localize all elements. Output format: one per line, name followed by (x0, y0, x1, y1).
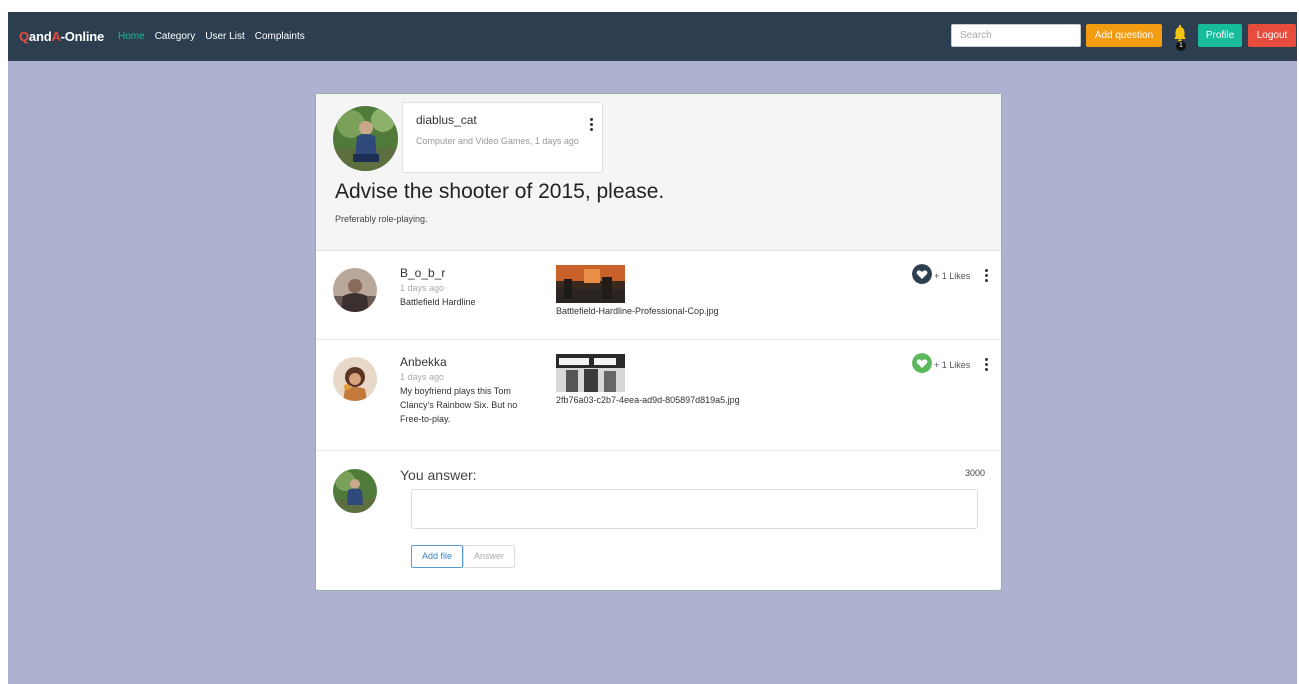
nav-links: Home Category User List Complaints (118, 31, 315, 42)
answer-image-thumbnail[interactable] (556, 265, 625, 303)
brand-q: Q (19, 29, 29, 44)
add-question-button[interactable]: Add question (1086, 24, 1162, 47)
answer-item: B_o_b_r 1 days ago Battlefield Hardline … (316, 251, 1001, 340)
page-frame: QandA-Online Home Category User List Compla… (8, 12, 1297, 684)
nav-home[interactable]: Home (118, 31, 145, 42)
question-more-icon[interactable] (590, 118, 594, 134)
notification-badge: 1 (1176, 41, 1186, 51)
nav-complaints[interactable]: Complaints (255, 31, 305, 42)
compose-label: You answer: (400, 467, 477, 483)
answer-more-icon[interactable] (985, 358, 989, 374)
brand-logo[interactable]: QandA-Online (19, 29, 104, 44)
answer-file-name[interactable]: 2fb76a03-c2b7-4eea-ad9d-805897d819a5.jpg (556, 395, 740, 405)
answer-time: 1 days ago (400, 372, 445, 382)
answer-more-icon[interactable] (985, 269, 989, 285)
brand-a: A (51, 29, 61, 44)
answer-image-thumbnail[interactable] (556, 354, 625, 392)
brand-online: -Online (60, 29, 105, 44)
question-author-box: diablus_cat Computer and Video Games, 1 … (402, 102, 603, 173)
likes-count: + 1 Likes (934, 271, 971, 281)
navbar: QandA-Online Home Category User List Compla… (8, 12, 1297, 61)
answer-text: My boyfriend plays this Tom Clancy's Rai… (400, 386, 518, 424)
question-author-avatar[interactable] (333, 106, 398, 171)
question-author-name[interactable]: diablus_cat (416, 113, 477, 127)
question-body: Preferably role-playing. (335, 214, 428, 224)
answer-author-name[interactable]: B_o_b_r (400, 266, 445, 280)
answer-textarea[interactable] (411, 489, 978, 529)
brand-and: and (28, 29, 52, 44)
logout-button[interactable]: Logout (1248, 24, 1296, 47)
question-title: Advise the shooter of 2015, please. (335, 180, 665, 203)
heart-icon[interactable] (912, 264, 932, 284)
character-counter: 3000 (965, 468, 986, 478)
answer-text: Battlefield Hardline (400, 297, 476, 307)
question-header: diablus_cat Computer and Video Games, 1 … (316, 94, 1001, 251)
answer-submit-button[interactable]: Answer (463, 545, 515, 568)
heart-icon[interactable] (912, 353, 932, 373)
nav-category[interactable]: Category (155, 31, 196, 42)
likes-count: + 1 Likes (934, 360, 971, 370)
answer-author-name[interactable]: Anbekka (400, 355, 447, 369)
add-file-button[interactable]: Add file (411, 545, 463, 568)
profile-button[interactable]: Profile (1198, 24, 1242, 47)
current-user-avatar (333, 469, 377, 513)
question-card: diablus_cat Computer and Video Games, 1 … (315, 93, 1002, 591)
answer-time: 1 days ago (400, 283, 445, 293)
nav-user-list[interactable]: User List (205, 31, 244, 42)
question-meta: Computer and Video Games, 1 days ago (416, 136, 579, 146)
answer-file-name[interactable]: Battlefield-Hardline-Professional-Cop.jp… (556, 306, 719, 316)
answer-author-avatar[interactable] (333, 268, 377, 312)
answer-item: Anbekka 1 days ago My boyfriend plays th… (316, 340, 1001, 451)
search-input[interactable] (951, 24, 1081, 47)
answer-author-avatar[interactable] (333, 357, 377, 401)
